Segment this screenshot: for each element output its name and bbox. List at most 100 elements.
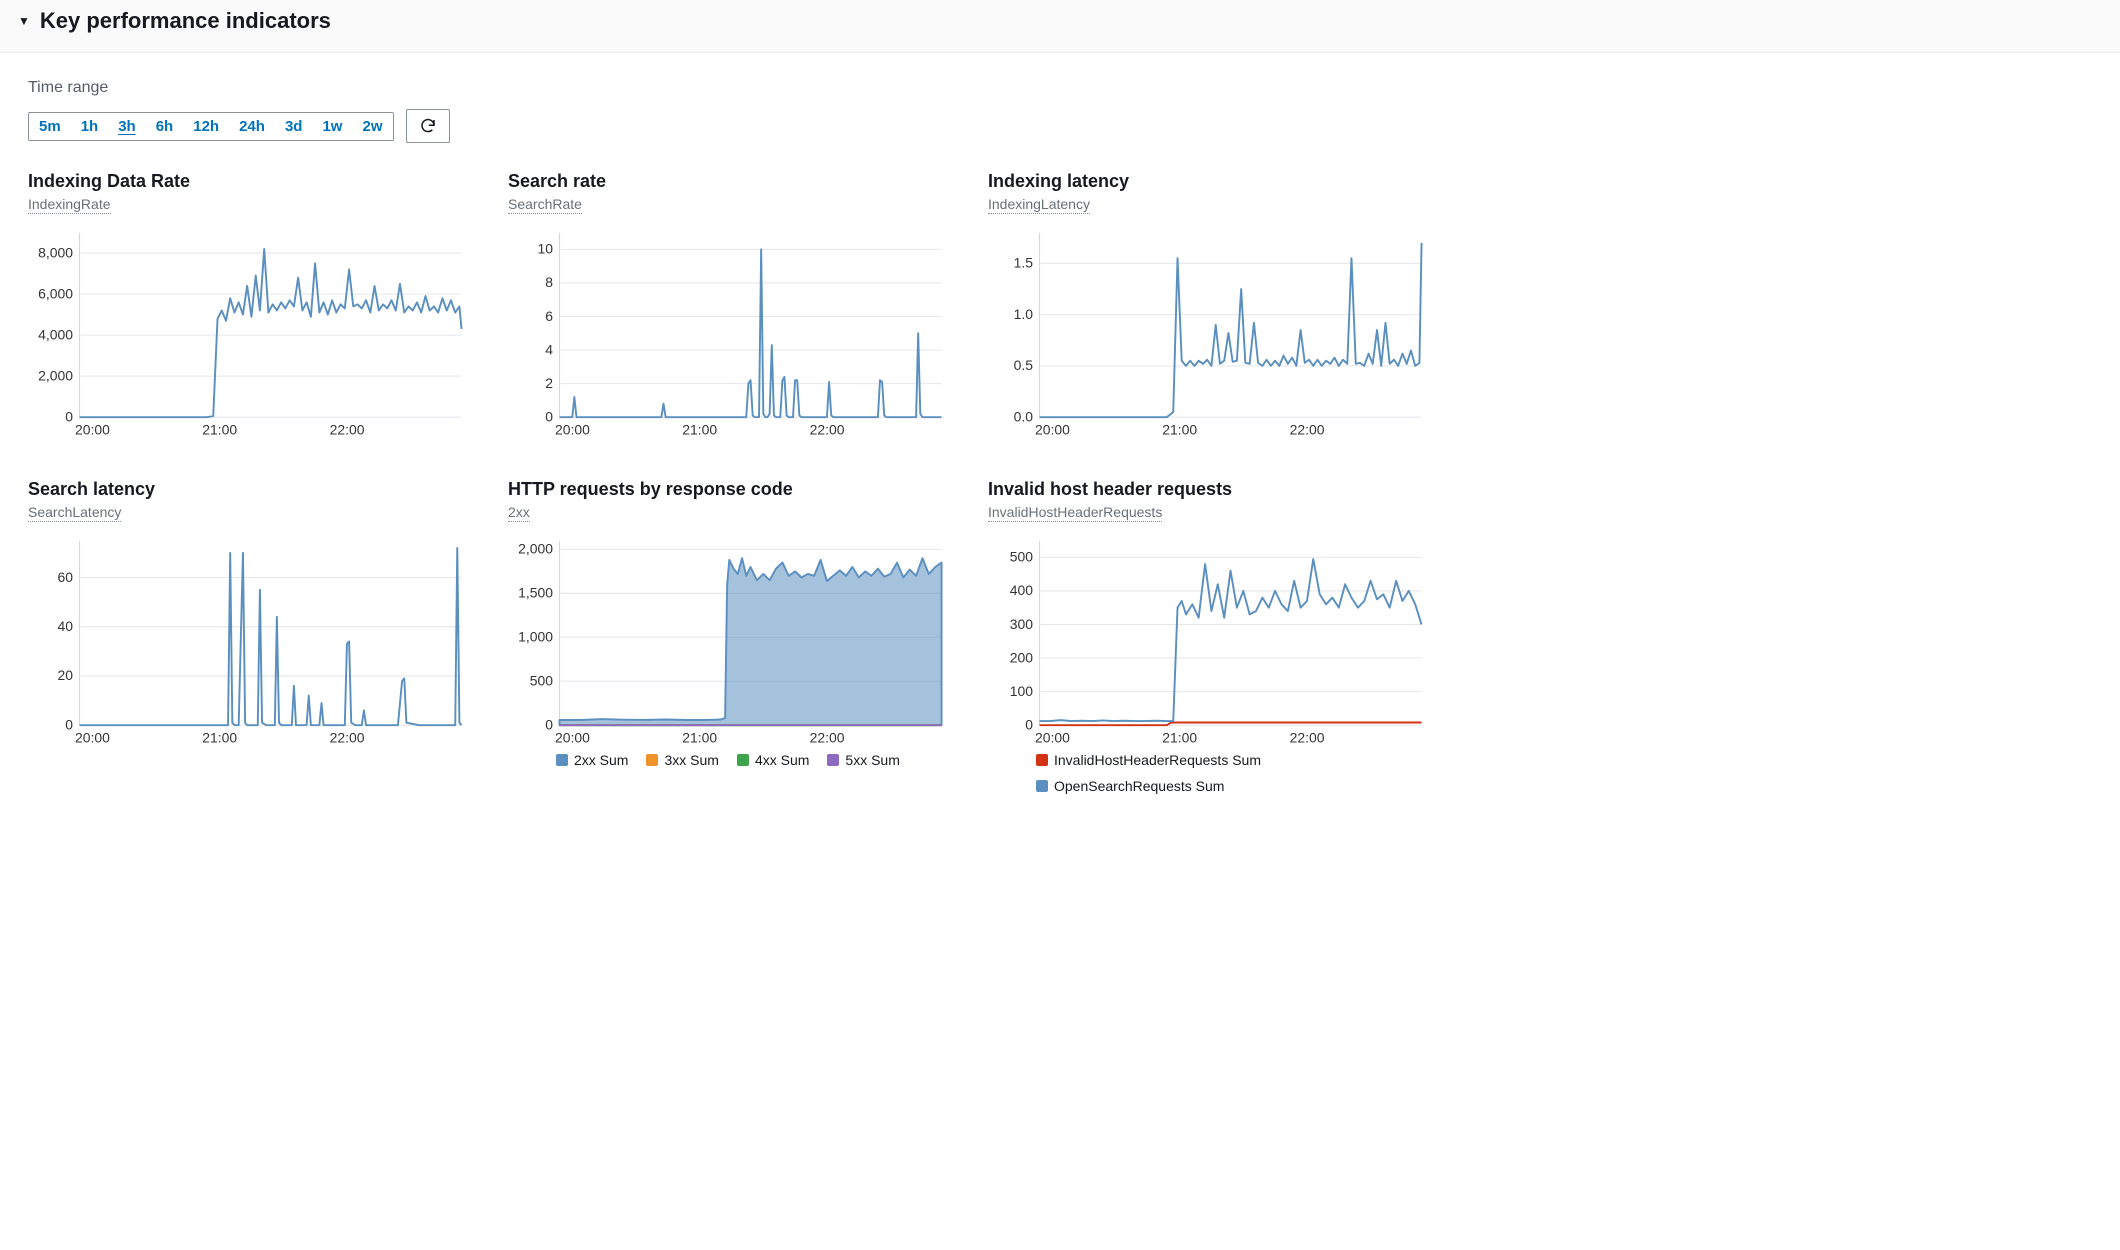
svg-text:0.5: 0.5 [1014,357,1034,373]
svg-text:0.0: 0.0 [1014,408,1034,424]
svg-text:20:00: 20:00 [1035,729,1070,745]
chart-search-rate: Search rateSearchRate024681020:0021:0022… [508,171,948,439]
svg-text:1,000: 1,000 [518,628,553,644]
svg-text:500: 500 [530,672,554,688]
time-range-option-1h[interactable]: 1h [71,113,109,140]
svg-text:1.0: 1.0 [1014,306,1034,322]
chart-subtitle: IndexingRate [28,196,111,214]
legend-swatch [737,754,749,766]
chart-plot[interactable]: 020406020:0021:0022:00 [28,532,468,747]
svg-text:22:00: 22:00 [810,421,845,437]
svg-text:8,000: 8,000 [38,244,73,260]
chart-plot[interactable]: 0 100 200 300 400 500 20:00 21:00 22:00 [988,532,1428,747]
svg-text:0: 0 [65,408,73,424]
time-range-option-24h[interactable]: 24h [229,113,275,140]
legend-label: OpenSearchRequests Sum [1054,778,1224,794]
time-range-segmented[interactable]: 5m1h3h6h12h24h3d1w2w [28,112,394,141]
chart-subtitle: InvalidHostHeaderRequests [988,504,1162,522]
svg-text:8: 8 [545,274,553,290]
chart-subtitle: IndexingLatency [988,196,1090,214]
svg-text:22:00: 22:00 [1290,421,1325,437]
chart-indexing-latency: Indexing latency IndexingLatency 0.0 0.5 1.0… [988,171,1428,439]
legend-swatch [646,754,658,766]
svg-text:22:00: 22:00 [330,421,365,437]
chart-title: Indexing latency [988,171,1428,192]
refresh-icon [419,117,437,135]
chart-indexing-rate: Indexing Data Rate IndexingRate 0 2,000 4,00… [28,171,468,439]
chart-title: Search latency [28,479,468,500]
svg-text:20:00: 20:00 [555,729,590,745]
chart-search-latency: Search latencySearchLatency020406020:002… [28,479,468,795]
svg-text:100: 100 [1010,683,1034,699]
time-range-option-5m[interactable]: 5m [29,113,71,140]
legend-swatch [556,754,568,766]
panel-toggle-icon[interactable]: ▼ [18,14,30,28]
svg-text:10: 10 [538,241,554,257]
svg-text:0: 0 [1025,716,1033,732]
legend-item[interactable]: 2xx Sum [556,752,628,768]
svg-text:20:00: 20:00 [555,421,590,437]
svg-text:22:00: 22:00 [330,729,365,745]
chart-invalid-host: Invalid host header requests InvalidHostH… [988,479,1428,795]
svg-text:0: 0 [545,716,553,732]
svg-text:22:00: 22:00 [1290,729,1325,745]
svg-text:400: 400 [1010,582,1034,598]
svg-text:200: 200 [1010,649,1034,665]
legend-label: 3xx Sum [664,752,718,768]
chart-subtitle: SearchRate [508,196,582,214]
svg-text:21:00: 21:00 [1162,729,1197,745]
legend-label: 5xx Sum [845,752,899,768]
svg-text:4: 4 [545,341,553,357]
svg-text:20:00: 20:00 [75,729,110,745]
legend-swatch [827,754,839,766]
chart-legend: InvalidHostHeaderRequests Sum OpenSearchR… [988,746,1428,794]
svg-text:21:00: 21:00 [202,421,237,437]
panel-title: Key performance indicators [40,8,331,34]
chart-title: Indexing Data Rate [28,171,468,192]
refresh-button[interactable] [406,109,450,143]
svg-text:1.5: 1.5 [1014,255,1034,271]
time-range-label: Time range [28,79,2092,97]
legend-swatch [1036,754,1048,766]
svg-text:0: 0 [545,408,553,424]
legend-item[interactable]: 4xx Sum [737,752,809,768]
legend-item[interactable]: InvalidHostHeaderRequests Sum [1036,752,1261,768]
time-range-option-1w[interactable]: 1w [312,113,352,140]
time-range-option-3h[interactable]: 3h [108,113,146,140]
svg-text:0: 0 [65,716,73,732]
svg-text:21:00: 21:00 [682,729,717,745]
legend-label: 4xx Sum [755,752,809,768]
legend-item[interactable]: OpenSearchRequests Sum [1036,778,1224,794]
chart-legend: 2xx Sum 3xx Sum 4xx Sum 5xx Sum [508,746,948,768]
svg-text:20:00: 20:00 [1035,421,1070,437]
svg-text:60: 60 [58,568,74,584]
legend-label: 2xx Sum [574,752,628,768]
chart-plot[interactable]: 0 2,000 4,000 6,000 8,000 20:00 21:00 22:00 [28,224,468,439]
chart-plot[interactable]: 05001,0001,5002,00020:0021:0022:00 [508,532,948,747]
svg-text:21:00: 21:00 [1162,421,1197,437]
svg-text:20: 20 [58,667,74,683]
svg-text:40: 40 [58,618,74,634]
time-range-option-12h[interactable]: 12h [183,113,229,140]
panel-header[interactable]: ▼ Key performance indicators [0,0,2120,53]
chart-title: HTTP requests by response code [508,479,948,500]
legend-item[interactable]: 3xx Sum [646,752,718,768]
svg-text:20:00: 20:00 [75,421,110,437]
time-range-option-3d[interactable]: 3d [275,113,313,140]
chart-title: Invalid host header requests [988,479,1428,500]
time-range-option-6h[interactable]: 6h [146,113,184,140]
time-range-option-2w[interactable]: 2w [352,113,392,140]
chart-http-requests: HTTP requests by response code2xx05001,0… [508,479,948,795]
svg-text:500: 500 [1010,548,1034,564]
svg-text:6,000: 6,000 [38,285,73,301]
svg-text:2,000: 2,000 [38,367,73,383]
chart-plot[interactable]: 024681020:0021:0022:00 [508,224,948,439]
legend-item[interactable]: 5xx Sum [827,752,899,768]
svg-text:6: 6 [545,308,553,324]
legend-swatch [1036,780,1048,792]
chart-plot[interactable]: 0.0 0.5 1.0 1.5 20:00 21:00 22:00 [988,224,1428,439]
svg-text:1,500: 1,500 [518,584,553,600]
svg-text:4,000: 4,000 [38,326,73,342]
svg-text:300: 300 [1010,615,1034,631]
chart-title: Search rate [508,171,948,192]
